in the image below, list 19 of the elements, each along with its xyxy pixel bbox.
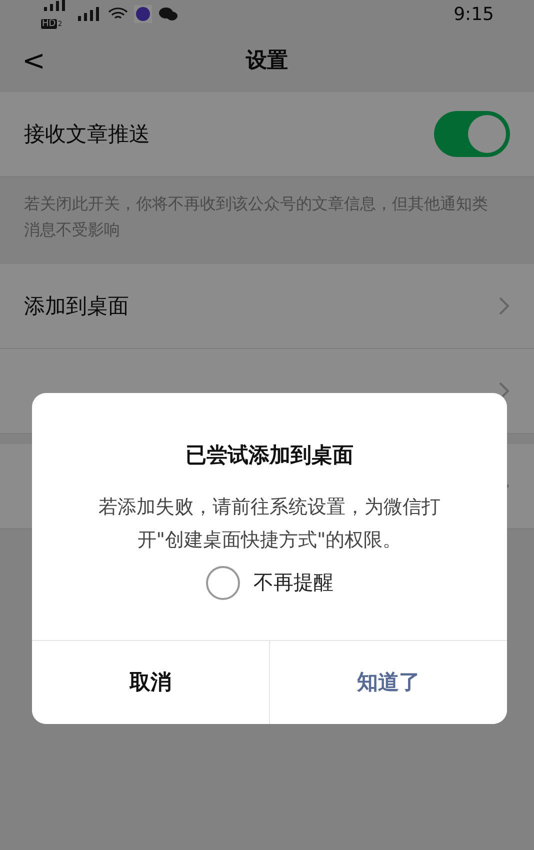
setting-row[interactable]: 添加到桌面 [0, 264, 534, 350]
checkbox-label: 不再提醒 [254, 569, 334, 596]
app-icon [134, 5, 152, 23]
setting-label: 添加到桌面 [24, 293, 129, 320]
dialog-message: 若添加失败，请前往系统设置，为微信打开"创建桌面快捷方式"的权限。 [98, 495, 442, 554]
hd-badge: HD [40, 18, 58, 30]
clock-time: 9:15 [454, 4, 494, 24]
back-button[interactable]: < [22, 44, 46, 76]
wifi-icon [108, 7, 128, 21]
setting-label: 接收文章推送 [24, 121, 150, 148]
chevron-icon [498, 296, 510, 316]
toggle-switch[interactable] [434, 111, 510, 157]
hint-text: 若关闭此开关，你将不再收到该公众号的文章信息，但其他通知类消息不受影响 [23, 193, 489, 241]
page-title: 设置 [246, 47, 288, 74]
checkbox[interactable] [206, 566, 240, 600]
chat-icon [158, 6, 178, 22]
confirm-button[interactable]: 知道了 [269, 640, 507, 724]
dialog-title: 已尝试添加到桌面 [184, 442, 354, 469]
signal-icon [76, 7, 102, 21]
